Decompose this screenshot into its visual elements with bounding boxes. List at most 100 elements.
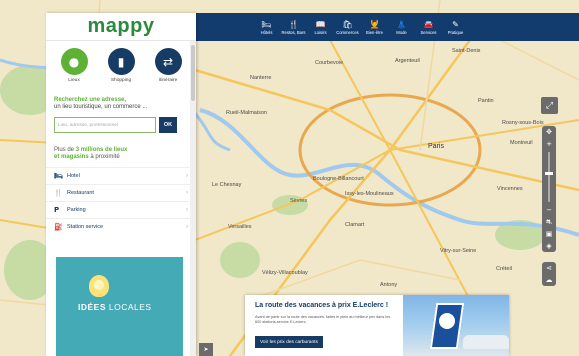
nav-services-label: Services xyxy=(420,29,437,35)
mode-lieux-label: Lieux xyxy=(68,78,80,83)
nav-restos-bars-label: Restos, Bars xyxy=(281,29,306,35)
category-station-service-label: Station service xyxy=(67,224,104,230)
map-label-pantin: Pantin xyxy=(478,98,494,104)
stats-line2-strong: et magasins xyxy=(54,154,89,160)
panel-scrollbar[interactable] xyxy=(190,41,196,356)
search-form: OK xyxy=(54,117,188,133)
share-icon[interactable]: ⋖ xyxy=(546,262,552,274)
map-label-antony: Antony xyxy=(380,282,398,288)
print-icon[interactable]: ☁ xyxy=(546,274,553,286)
location-pin-icon: ● xyxy=(60,48,88,75)
search-input[interactable] xyxy=(54,117,156,133)
nav-services[interactable]: 🚘 Services xyxy=(417,20,440,35)
ad-text-strong: IDÉES xyxy=(78,302,107,312)
nav-loisirs[interactable]: 📖 Loisirs xyxy=(309,20,332,35)
bed-icon: 🛏 xyxy=(54,172,63,180)
nav-hotels-label: Hôtels xyxy=(260,29,273,35)
scrollbar-thumb[interactable] xyxy=(191,45,195,101)
ad-text-rest: LOCALES xyxy=(106,302,152,312)
fullscreen-button[interactable]: ⤢ xyxy=(541,97,558,114)
nav-pratique[interactable]: ✎ Pratique xyxy=(444,20,467,35)
parking-icon: P xyxy=(54,206,60,214)
arrow-icon: ➤ xyxy=(203,347,209,353)
map-label-courbevoie: Courbevoie xyxy=(315,60,344,66)
map-label-velizy: Vélizy-Villacoublay xyxy=(262,270,308,276)
top-navigation: 🛏 Hôtels 🍴 Restos, Bars 📖 Loisirs 🛍 Commerce… xyxy=(195,13,579,41)
map-extra-controls: ⋖ ☁ xyxy=(542,262,556,286)
category-hotel-label: Hotel xyxy=(67,173,80,179)
category-list: 🛏 Hotel › 🍴 Restaurant › P Parking › ⛽ Station … xyxy=(46,167,196,235)
fork-knife-icon: 🍴 xyxy=(54,189,63,197)
nav-pratique-label: Pratique xyxy=(447,29,464,35)
map-label-clamart: Clamart xyxy=(345,222,365,228)
mode-itineraire[interactable]: ⇄ Itinéraire xyxy=(152,48,184,83)
compass-icon[interactable]: ✥ xyxy=(546,126,552,138)
places-count-text: Plus de 3 millions de lieux et magasins à… xyxy=(54,147,188,161)
category-parking-label: Parking xyxy=(67,207,86,213)
transit-icon[interactable]: ▣ xyxy=(546,228,553,240)
map-label-paris: Paris xyxy=(428,143,444,150)
map-label-nanterre: Nanterre xyxy=(250,75,272,81)
map-label-issy: Issy-les-Moulineaux xyxy=(345,191,394,197)
search-hint: Recherchez une adresse, un lieu touristiq… xyxy=(54,97,188,111)
car-graphic xyxy=(463,335,509,349)
category-restaurant[interactable]: 🍴 Restaurant › xyxy=(46,184,196,201)
nav-commerces-label: Commerces xyxy=(336,29,359,35)
search-panel: mappy ● Lieux ▮ Shopping ⇄ Itinéraire Re… xyxy=(46,13,196,356)
category-parking[interactable]: P Parking › xyxy=(46,201,196,218)
chevron-right-icon: › xyxy=(186,190,188,196)
map-label-saint-denis: Saint-Denis xyxy=(452,48,481,54)
expand-icon: ⤢ xyxy=(545,100,554,110)
traffic-icon[interactable]: ⛐ xyxy=(546,216,552,228)
search-hint-rest: un lieu touristique, un commerce ... xyxy=(54,104,148,110)
mappy-logo[interactable]: mappy xyxy=(46,13,196,41)
fuel-icon: ⛽ xyxy=(54,223,63,231)
idees-locales-ad[interactable]: IDÉES LOCALES xyxy=(56,257,183,356)
nav-bien-etre[interactable]: 💆 Bien-être xyxy=(363,20,386,35)
zoom-out-button[interactable]: − xyxy=(546,204,552,216)
search-hint-strong: Recherchez une adresse, xyxy=(54,97,127,103)
locate-me-button[interactable]: ➤ xyxy=(199,343,213,356)
car-icon: 🚘 xyxy=(423,19,434,29)
map-label-versailles: Versailles xyxy=(228,224,252,230)
nav-mode[interactable]: 👗 Mode xyxy=(390,20,413,35)
chevron-right-icon: › xyxy=(186,224,188,230)
map-label-creteil: Créteil xyxy=(496,266,512,272)
fuel-prices-button[interactable]: Voir les prix des carburants xyxy=(255,336,323,348)
zoom-slider-handle[interactable] xyxy=(545,172,553,175)
layers-icon[interactable]: ◈ xyxy=(546,240,551,252)
zoom-in-button[interactable]: + xyxy=(546,138,552,150)
pen-icon: ✎ xyxy=(452,19,459,29)
promo-title: La route des vacances à prix E.Leclerc ! xyxy=(255,302,389,309)
category-restaurant-label: Restaurant xyxy=(67,190,94,196)
map-label-montreuil: Montreuil xyxy=(510,140,533,146)
lightbulb-highlight xyxy=(94,280,104,290)
chevron-right-icon: › xyxy=(186,173,188,179)
leclerc-promo-banner[interactable]: La route des vacances à prix E.Leclerc !… xyxy=(245,295,509,356)
wellness-icon: 💆 xyxy=(369,19,380,29)
map-label-vincennes: Vincennes xyxy=(497,186,523,192)
map-label-boulogne: Boulogne-Billancourt xyxy=(313,176,364,182)
nav-commerces[interactable]: 🛍 Commerces xyxy=(336,20,359,35)
mode-shopping-label: Shopping xyxy=(110,78,132,83)
road-sign-emblem xyxy=(439,313,455,329)
dress-icon: 👗 xyxy=(396,19,407,29)
category-station-service[interactable]: ⛽ Station service › xyxy=(46,218,196,235)
promo-image xyxy=(403,295,509,356)
nav-hotels[interactable]: 🛏 Hôtels xyxy=(255,20,278,35)
search-ok-button[interactable]: OK xyxy=(159,117,177,133)
shopping-bag-icon: ▮ xyxy=(107,48,135,75)
chevron-right-icon: › xyxy=(186,207,188,213)
fork-knife-icon: 🍴 xyxy=(288,19,299,29)
mode-shopping[interactable]: ▮ Shopping xyxy=(105,48,137,83)
shop-icon: 🛍 xyxy=(342,19,353,29)
map-label-rueil: Rueil-Malmaison xyxy=(226,110,267,116)
nav-mode-label: Mode xyxy=(396,29,407,35)
mode-lieux[interactable]: ● Lieux xyxy=(58,48,90,83)
bed-icon: 🛏 xyxy=(261,19,272,29)
ad-text: IDÉES LOCALES xyxy=(78,302,152,312)
mode-itineraire-label: Itinéraire xyxy=(158,78,178,83)
category-hotel[interactable]: 🛏 Hotel › xyxy=(46,167,196,184)
zoom-slider[interactable] xyxy=(545,152,553,202)
nav-restos-bars[interactable]: 🍴 Restos, Bars xyxy=(281,19,306,35)
